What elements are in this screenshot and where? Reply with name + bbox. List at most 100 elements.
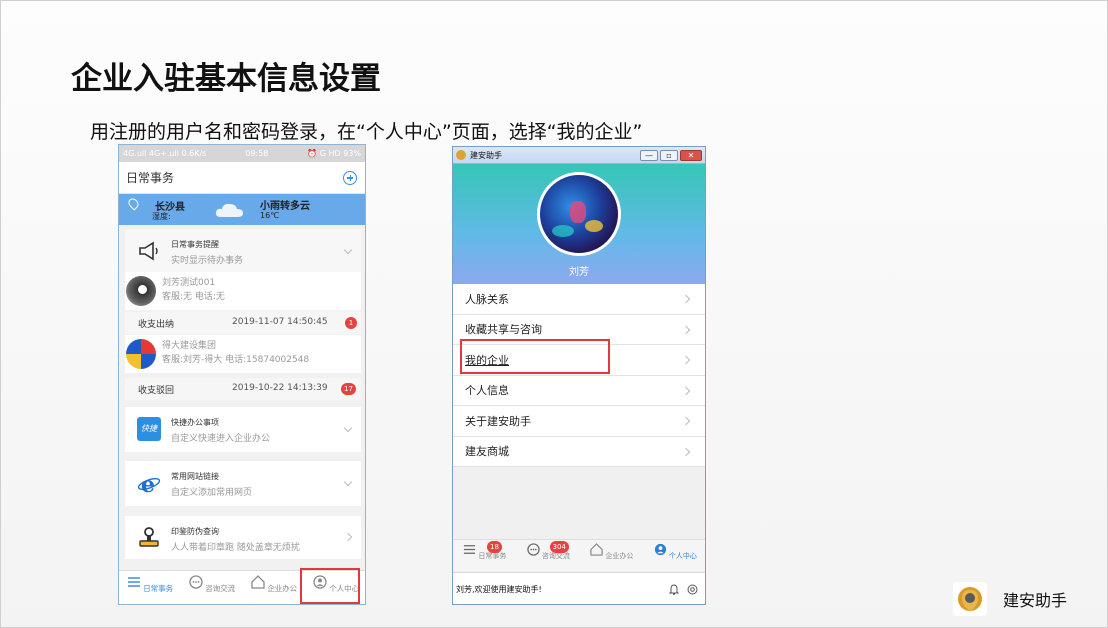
window-title-bar: 建安助手 — ▫ ✕ (453, 147, 705, 164)
menu-item-mall[interactable]: 建友商城 (453, 436, 705, 467)
tab-label: 个人中心 (668, 552, 697, 560)
card-subtitle: 人人带着印章跑 随处盖章无烦扰 (171, 543, 300, 553)
close-button[interactable]: ✕ (680, 149, 702, 161)
bottom-tab-bar: 日常事务 18 咨询交流 304 企业办公 个人中心 (453, 539, 706, 571)
message-item[interactable]: 刘芳测试001 客服:无 电话:无 (125, 272, 361, 310)
message-company: 刘芳测试001 (162, 278, 216, 288)
card-daily-reminder[interactable]: 日常事务提醒 实时显示待办事务 (125, 229, 361, 272)
page-title: 企业入驻基本信息设置 (71, 61, 381, 97)
chevron-down-icon (343, 423, 353, 433)
tab-office[interactable]: 企业办公 (580, 540, 644, 571)
message-type: 收支驳回 (138, 386, 175, 396)
card-title: 快捷办公事项 (171, 418, 219, 427)
chevron-right-icon (681, 447, 691, 456)
avatar (126, 276, 156, 306)
brand-logo: 建安助手 (953, 582, 1067, 616)
settings-icon[interactable] (687, 584, 698, 595)
card-quick-office[interactable]: 快捷 快捷办公事项 自定义快速进入企业办公 (125, 407, 361, 452)
tab-label: 日常事务 (143, 584, 174, 593)
unread-badge: 17 (341, 383, 356, 395)
message-time: 2019-10-22 14:13:39 (232, 383, 328, 393)
menu-label: 关于建安助手 (465, 414, 531, 428)
card-title: 常用网站链接 (171, 472, 219, 481)
home-icon (251, 575, 265, 589)
tab-label: 日常事务 (478, 552, 507, 560)
list-icon (464, 545, 476, 554)
tab-label: 咨询交流 (205, 584, 236, 593)
menu-label: 人脉关系 (465, 292, 509, 306)
status-footer: 刘芳,欢迎使用建安助手! (453, 572, 705, 604)
tab-label: 企业办公 (605, 552, 634, 560)
card-common-links[interactable]: e 常用网站链接 自定义添加常用网页 (125, 461, 361, 506)
chevron-down-icon (343, 245, 353, 255)
home-icon (590, 543, 603, 556)
message-item[interactable]: 得大建设集团 客服:刘芳-得大 电话:15874002548 (125, 335, 361, 373)
chevron-right-icon (681, 294, 691, 304)
app-logo-icon (953, 582, 987, 616)
tab-office[interactable]: 企业办公 (243, 571, 305, 604)
unread-badge: 1 (345, 317, 357, 329)
card-subtitle: 自定义快速进入企业办公 (171, 434, 271, 444)
tab-consult[interactable]: 咨询交流 304 (517, 540, 581, 571)
menu-label: 建友商城 (465, 445, 509, 459)
tab-consult[interactable]: 咨询交流 (181, 571, 243, 604)
welcome-text: 刘芳,欢迎使用建安助手! (456, 584, 542, 594)
menu-item-personal-info[interactable]: 个人信息 (453, 375, 705, 406)
slide-background: 企业入驻基本信息设置 用注册的用户名和密码登录，在“个人中心”页面，选择“我的企… (0, 0, 1108, 628)
weather-condition: 小雨转多云 (260, 201, 310, 212)
minimize-button[interactable]: — (640, 149, 658, 161)
user-avatar[interactable] (537, 172, 621, 256)
user-icon (654, 543, 666, 556)
avatar (126, 339, 156, 369)
profile-header: 刘芳 (453, 164, 705, 284)
status-battery: ⏰ G HD 93% (307, 149, 361, 158)
stamp-icon (139, 527, 159, 547)
personal-center-menu: 人脉关系 收藏共享与咨询 我的企业 个人信息 关于建安助手 建友商城 (453, 284, 705, 467)
menu-item-contacts[interactable]: 人脉关系 (453, 284, 705, 315)
tab-daily[interactable]: 日常事务 18 (453, 540, 517, 571)
card-subtitle: 实时显示待办事务 (171, 256, 244, 266)
chevron-right-icon (343, 532, 353, 542)
chevron-right-icon (681, 386, 691, 395)
menu-label: 个人信息 (465, 384, 509, 398)
location-pin-icon (126, 196, 141, 211)
window-title: 建安助手 (470, 150, 502, 160)
tab-label: 咨询交流 (541, 552, 570, 560)
tab-daily[interactable]: 日常事务 (119, 571, 181, 604)
status-bar: 4G.ull 4G+.ull 0.6K/s 09:58 ⏰ G HD 93% (119, 145, 365, 162)
message-company: 得大建设集团 (162, 341, 217, 351)
ie-browser-icon: e (137, 472, 161, 495)
chevron-right-icon (681, 416, 691, 426)
unread-badge: 18 (487, 541, 502, 553)
weather-humidity: 湿度: (152, 212, 171, 221)
list-icon (127, 577, 140, 587)
unread-badge: 304 (549, 541, 569, 553)
brand-name: 建安助手 (1003, 591, 1068, 610)
bell-icon[interactable] (669, 583, 679, 595)
add-icon[interactable] (343, 170, 357, 185)
message-type: 收支出纳 (138, 320, 175, 330)
chat-icon (189, 575, 203, 589)
right-app-window: 建安助手 — ▫ ✕ 刘芳 人脉关系 收藏共享与咨询 我的企业 个人信息 关于建… (452, 146, 706, 605)
card-seal-verify[interactable]: 印鉴防伪查询 人人带着印章跑 随处盖章无烦扰 (125, 516, 361, 559)
chevron-down-icon (343, 477, 353, 487)
status-time: 09:58 (245, 149, 269, 158)
maximize-button[interactable]: ▫ (660, 149, 678, 161)
message-row[interactable]: 收支出纳 2019-11-07 14:50:45 1 (125, 312, 361, 334)
chat-icon (526, 543, 540, 556)
tab-label: 企业办公 (267, 584, 298, 593)
cloud-icon (215, 203, 243, 217)
left-phone-screenshot: 4G.ull 4G+.ull 0.6K/s 09:58 ⏰ G HD 93% 日… (118, 144, 366, 605)
card-title: 印鉴防伪查询 (171, 527, 219, 536)
message-row[interactable]: 收支驳回 2019-10-22 14:13:39 17 (125, 378, 361, 400)
chevron-right-icon (681, 325, 691, 334)
tab-personal-center[interactable]: 个人中心 (644, 540, 706, 571)
message-contact: 客服:无 电话:无 (162, 292, 225, 302)
status-network: 4G.ull 4G+.ull 0.6K/s (123, 149, 207, 158)
menu-item-about[interactable]: 关于建安助手 (453, 406, 705, 437)
svg-text:e: e (141, 472, 155, 495)
chevron-right-icon (681, 355, 691, 365)
message-contact: 客服:刘芳-得大 电话:15874002548 (162, 355, 310, 365)
user-name: 刘芳 (569, 267, 589, 278)
card-title: 日常事务提醒 (171, 240, 219, 249)
